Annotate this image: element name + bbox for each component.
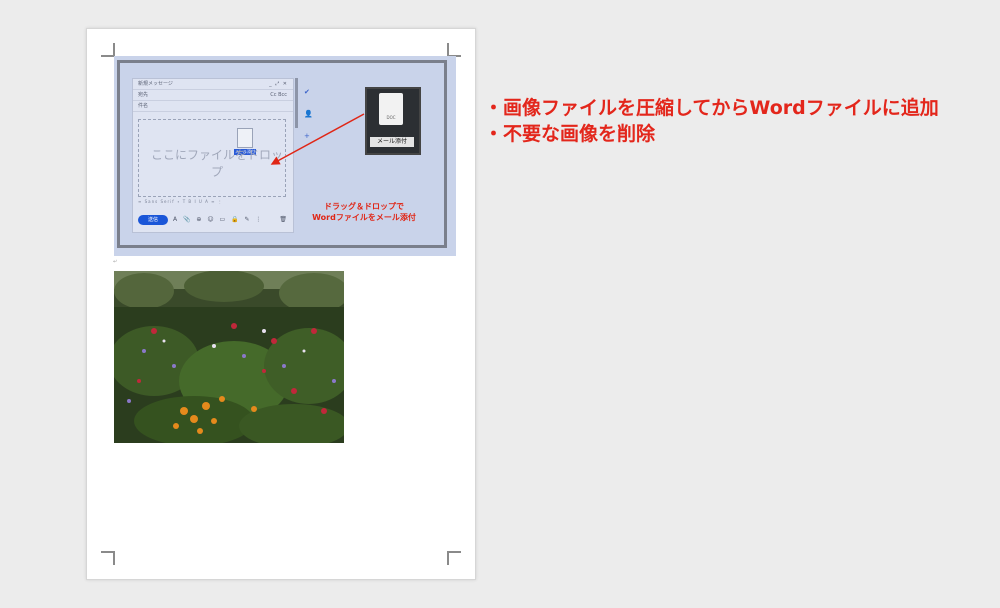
note-delete-images: ・不要な画像を削除 <box>484 123 656 145</box>
paragraph-mark: ↵ <box>113 259 118 265</box>
flower-garden-photo[interactable] <box>114 271 344 443</box>
drag-drop-caption: ドラッグ＆ドロップで Wordファイルをメール添付 <box>284 201 444 223</box>
embedded-mail-screenshot[interactable]: 新規メッセージ _ ⤢ ✕ 宛先 Cc Bcc 件名 メール添付 ここにファイル… <box>114 56 456 256</box>
caption-line-1: ドラッグ＆ドロップで <box>324 202 404 211</box>
crop-mark-top-left <box>101 43 115 57</box>
crop-mark-bottom-left <box>101 551 115 565</box>
caption-line-2: Wordファイルをメール添付 <box>312 213 416 222</box>
word-document-page: 新規メッセージ _ ⤢ ✕ 宛先 Cc Bcc 件名 メール添付 ここにファイル… <box>86 28 476 580</box>
note-compress-images: ・画像ファイルを圧縮してからWordファイルに追加 <box>484 97 939 119</box>
crop-mark-top-right <box>447 43 461 57</box>
drag-arrow-icon <box>270 113 365 165</box>
annotation-notes: ・画像ファイルを圧縮してからWordファイルに追加 ・不要な画像を削除 <box>484 95 1000 147</box>
crop-mark-bottom-right <box>447 551 461 565</box>
flower-garden-image <box>114 271 344 443</box>
